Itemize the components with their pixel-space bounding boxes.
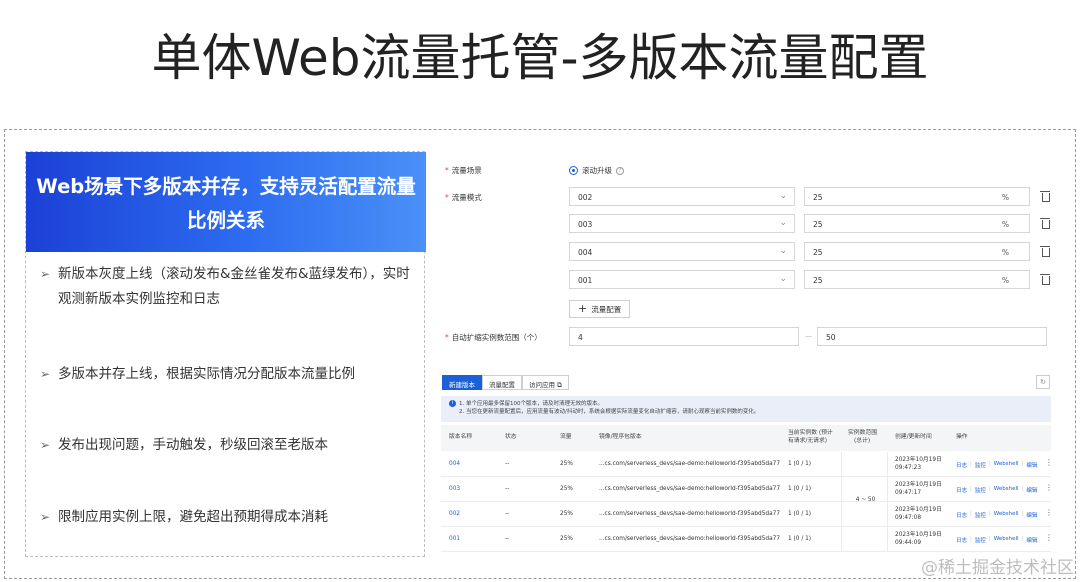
slide-title: 单体Web流量托管-多版本流量配置 — [151, 29, 929, 87]
webshell-link[interactable]: Webshell — [994, 486, 1019, 494]
arrow-icon: ➢ — [40, 367, 51, 381]
feature-item: ➢ 发布出现问题，手动触发，秒级回滚至老版本 — [40, 433, 328, 458]
new-version-button[interactable]: 新建版本 — [442, 375, 482, 390]
scale-max-input[interactable]: 50 — [817, 327, 1047, 346]
version-link[interactable]: 003 — [449, 486, 460, 492]
edit-link[interactable]: 编辑 — [1026, 461, 1037, 469]
table-header: 版本名称 状态 流量 镜像/程序包版本 当前实例数 (预计 有请求/无请求) 实例… — [441, 425, 1051, 451]
info-notice: i 1. 单个应用最多保留100个版本，请及时清理无效的版本。 2. 当您在更新流… — [441, 396, 1051, 422]
arrow-icon: ➢ — [40, 510, 51, 524]
scale-range-label: * 自动扩缩实例数范围（个） — [445, 333, 542, 342]
percent-input[interactable]: 25% — [804, 214, 1030, 233]
feature-item: ➢ 多版本并存上线，根据实际情况分配版本流量比例 — [40, 362, 355, 387]
trash-icon[interactable] — [1040, 246, 1050, 257]
table-row: 001 -- 25% ...cs.com/serverless_devs/sae… — [441, 527, 1053, 552]
radio-checked-icon — [569, 166, 578, 175]
watermark: @稀土掘金技术社区 — [921, 558, 1074, 578]
percent-input[interactable]: 25% — [804, 270, 1030, 289]
trash-icon[interactable] — [1040, 274, 1050, 285]
scene-radio-rolling[interactable]: 滚动升级 ? — [569, 165, 624, 176]
chevron-down-icon: ⌄ — [779, 218, 787, 228]
instance-range-cell: 4 ~ 50 — [841, 452, 888, 552]
edit-link[interactable]: 编辑 — [1026, 511, 1037, 519]
scale-min-input[interactable]: 4 — [569, 327, 799, 346]
feature-heading: Web场景下多版本并存，支持灵活配置流量比例关系 — [26, 152, 426, 252]
arrow-icon: ➢ — [40, 438, 51, 452]
version-link[interactable]: 002 — [449, 511, 460, 517]
feature-item: ➢ 限制应用实例上限，避免超出预期得成本消耗 — [40, 505, 328, 530]
trash-icon[interactable] — [1040, 191, 1050, 202]
webshell-link[interactable]: Webshell — [994, 536, 1019, 544]
mode-label: * 流量模式 — [445, 193, 482, 202]
add-traffic-rule-button[interactable]: + 流量配置 — [569, 300, 631, 318]
plus-icon: + — [578, 302, 588, 315]
chevron-down-icon: ⌄ — [779, 246, 787, 256]
chevron-down-icon: ⌄ — [779, 274, 787, 284]
more-icon[interactable]: ⋮ — [1045, 484, 1053, 492]
version-select[interactable]: 001 ⌄ — [569, 270, 795, 289]
version-select[interactable]: 004 ⌄ — [569, 242, 795, 261]
table-row: 002 -- 25% ...cs.com/serverless_devs/sae… — [441, 502, 1053, 527]
table-row: 003 -- 25% ...cs.com/serverless_devs/sae… — [441, 477, 1053, 502]
monitor-link[interactable]: 监控 — [975, 511, 986, 519]
feature-panel: Web场景下多版本并存，支持灵活配置流量比例关系 ➢ 新版本灰度上线（滚动发布&金… — [25, 151, 426, 557]
arrow-icon: ➢ — [40, 267, 51, 281]
more-icon[interactable]: ⋮ — [1045, 459, 1053, 467]
version-select[interactable]: 002 ⌄ — [569, 187, 795, 206]
version-link[interactable]: 001 — [449, 536, 460, 542]
visit-app-button[interactable]: 访问应用 ⧉ — [522, 375, 569, 390]
monitor-link[interactable]: 监控 — [975, 486, 986, 494]
external-link-icon: ⧉ — [557, 381, 562, 389]
log-link[interactable]: 日志 — [956, 511, 967, 519]
log-link[interactable]: 日志 — [956, 486, 967, 494]
traffic-config-button[interactable]: 流量配置 — [482, 375, 522, 390]
help-icon[interactable]: ? — [616, 166, 624, 175]
percent-input[interactable]: 25% — [804, 187, 1030, 206]
webshell-link[interactable]: Webshell — [994, 511, 1019, 519]
range-separator: — — [805, 332, 812, 340]
version-select[interactable]: 003 ⌄ — [569, 214, 795, 233]
more-icon[interactable]: ⋮ — [1045, 534, 1053, 542]
feature-item: ➢ 新版本灰度上线（滚动发布&金丝雀发布&蓝绿发布），实时观测新版本实例监控和日志 — [40, 262, 420, 312]
monitor-link[interactable]: 监控 — [975, 536, 986, 544]
log-link[interactable]: 日志 — [956, 461, 967, 469]
log-link[interactable]: 日志 — [956, 536, 967, 544]
webshell-link[interactable]: Webshell — [994, 461, 1019, 469]
trash-icon[interactable] — [1040, 218, 1050, 229]
monitor-link[interactable]: 监控 — [975, 461, 986, 469]
more-icon[interactable]: ⋮ — [1045, 509, 1053, 517]
scene-label: * 流量场景 — [445, 166, 482, 175]
table-row: 004 -- 25% ...cs.com/serverless_devs/sae… — [441, 452, 1053, 477]
refresh-button[interactable]: ↻ — [1036, 375, 1050, 389]
version-link[interactable]: 004 — [449, 461, 460, 467]
percent-input[interactable]: 25% — [804, 242, 1030, 261]
chevron-down-icon: ⌄ — [779, 191, 787, 201]
info-icon: i — [449, 400, 456, 407]
edit-link[interactable]: 编辑 — [1026, 486, 1037, 494]
edit-link[interactable]: 编辑 — [1026, 536, 1037, 544]
